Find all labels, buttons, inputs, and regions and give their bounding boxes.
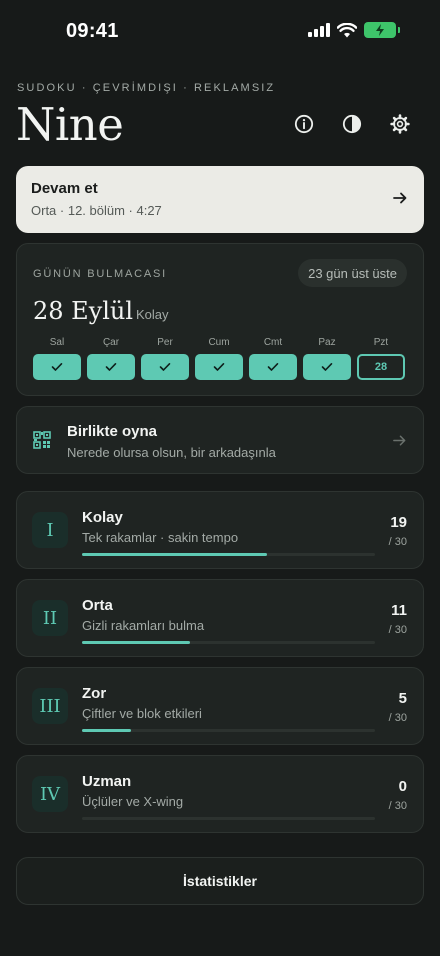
daily-puzzle-card[interactable]: GÜNÜN BULMACASI 23 gün üst üste 28 Eylül… <box>16 243 424 396</box>
level-name: Zor <box>82 685 107 702</box>
level-name: Orta <box>82 597 113 614</box>
level-card-easy[interactable]: I Kolay Tek rakamlar · sakin tempo 19 / … <box>16 491 424 569</box>
battery-charging-icon <box>364 22 400 38</box>
day-completed <box>33 354 81 380</box>
level-progress-track <box>82 553 375 556</box>
app-title: Nine <box>16 98 124 151</box>
day-completed <box>195 354 243 380</box>
level-card-expert[interactable]: IV Uzman Üçlüler ve X-wing 0 / 30 <box>16 755 424 833</box>
level-progress-fill <box>82 553 268 556</box>
level-completed-count: 19 <box>390 514 407 531</box>
play-together-title: Birlikte oyna <box>67 423 158 440</box>
daily-difficulty: Kolay <box>136 307 169 322</box>
info-button[interactable] <box>291 111 317 137</box>
day-label: Per <box>157 337 173 348</box>
play-together-subtitle: Nerede olursa olsun, bir arkadaşınla <box>67 445 276 460</box>
level-total: / 30 <box>388 800 407 812</box>
check-icon <box>159 363 171 371</box>
level-total: / 30 <box>388 624 407 636</box>
day-label: Paz <box>318 337 336 348</box>
day-label: Sal <box>49 337 65 348</box>
daily-puzzle-label: GÜNÜN BULMACASI <box>33 268 167 280</box>
level-progress-fill <box>82 641 190 644</box>
day-label: Cmt <box>263 337 283 348</box>
continue-card[interactable]: Devam et Orta · 12. bölüm · 4:27 <box>16 166 424 233</box>
check-icon <box>51 363 63 371</box>
level-name: Kolay <box>82 509 123 526</box>
day-completed <box>249 354 297 380</box>
day-completed <box>87 354 135 380</box>
theme-button[interactable] <box>339 111 365 137</box>
settings-button[interactable] <box>387 111 413 137</box>
level-total: / 30 <box>388 712 407 724</box>
check-icon <box>213 363 225 371</box>
level-progress-track <box>82 817 375 820</box>
check-icon <box>267 363 279 371</box>
level-card-hard[interactable]: III Zor Çiftler ve blok etkileri 5 / 30 <box>16 667 424 745</box>
level-numeral: III <box>32 688 68 724</box>
info-icon <box>294 114 314 134</box>
level-description: Çiftler ve blok etkileri <box>82 706 202 721</box>
qr-code-icon <box>33 431 51 449</box>
status-icons <box>308 22 400 38</box>
level-description: Üçlüler ve X-wing <box>82 794 184 809</box>
daily-date: 28 Eylül <box>33 297 134 325</box>
level-numeral: II <box>32 600 68 636</box>
level-description: Tek rakamlar · sakin tempo <box>82 530 239 545</box>
day-label: Çar <box>102 337 120 348</box>
day-label: Pzt <box>373 337 389 348</box>
level-progress-track <box>82 641 375 644</box>
day-sat[interactable]: Cmt <box>249 337 297 381</box>
day-sun[interactable]: Paz <box>303 337 351 381</box>
continue-subtitle: Orta · 12. bölüm · 4:27 <box>31 203 162 218</box>
day-today-value: 28 <box>357 354 405 380</box>
cellular-signal-icon <box>308 23 330 37</box>
check-icon <box>105 363 117 371</box>
day-fri[interactable]: Cum <box>195 337 243 381</box>
statistics-button[interactable]: İstatistikler <box>16 857 424 905</box>
continue-title: Devam et <box>31 180 98 197</box>
level-completed-count: 11 <box>391 602 407 619</box>
level-completed-count: 0 <box>398 778 407 795</box>
level-progress-fill <box>82 729 131 732</box>
day-completed <box>303 354 351 380</box>
check-icon <box>321 363 333 371</box>
arrow-right-icon <box>393 435 406 446</box>
day-completed <box>141 354 189 380</box>
day-thu[interactable]: Per <box>141 337 189 381</box>
play-together-card[interactable]: Birlikte oyna Nerede olursa olsun, bir a… <box>16 406 424 474</box>
level-name: Uzman <box>82 773 132 790</box>
day-wed[interactable]: Çar <box>87 337 135 381</box>
status-bar: 09:41 <box>0 0 440 64</box>
contrast-icon <box>342 114 362 134</box>
level-description: Gizli rakamları bulma <box>82 618 205 633</box>
level-card-medium[interactable]: II Orta Gizli rakamları bulma 11 / 30 <box>16 579 424 657</box>
streak-badge: 23 gün üst üste <box>298 259 407 287</box>
gear-icon <box>390 114 410 134</box>
day-tue[interactable]: Sal <box>33 337 81 381</box>
level-numeral: I <box>32 512 68 548</box>
level-total: / 30 <box>388 536 407 548</box>
day-mon-today[interactable]: Pzt 28 <box>357 337 405 381</box>
week-progress: Sal Çar Per Cum Cmt Paz Pzt 28 <box>33 337 407 381</box>
day-label: Cum <box>208 337 230 348</box>
level-numeral: IV <box>32 776 68 812</box>
status-time: 09:41 <box>66 20 119 42</box>
arrow-right-icon <box>393 192 407 204</box>
level-completed-count: 5 <box>398 690 407 707</box>
wifi-icon <box>337 22 357 37</box>
app-eyebrow: SUDOKU · ÇEVRİMDIŞI · REKLAMSIZ <box>17 82 276 94</box>
level-progress-track <box>82 729 375 732</box>
